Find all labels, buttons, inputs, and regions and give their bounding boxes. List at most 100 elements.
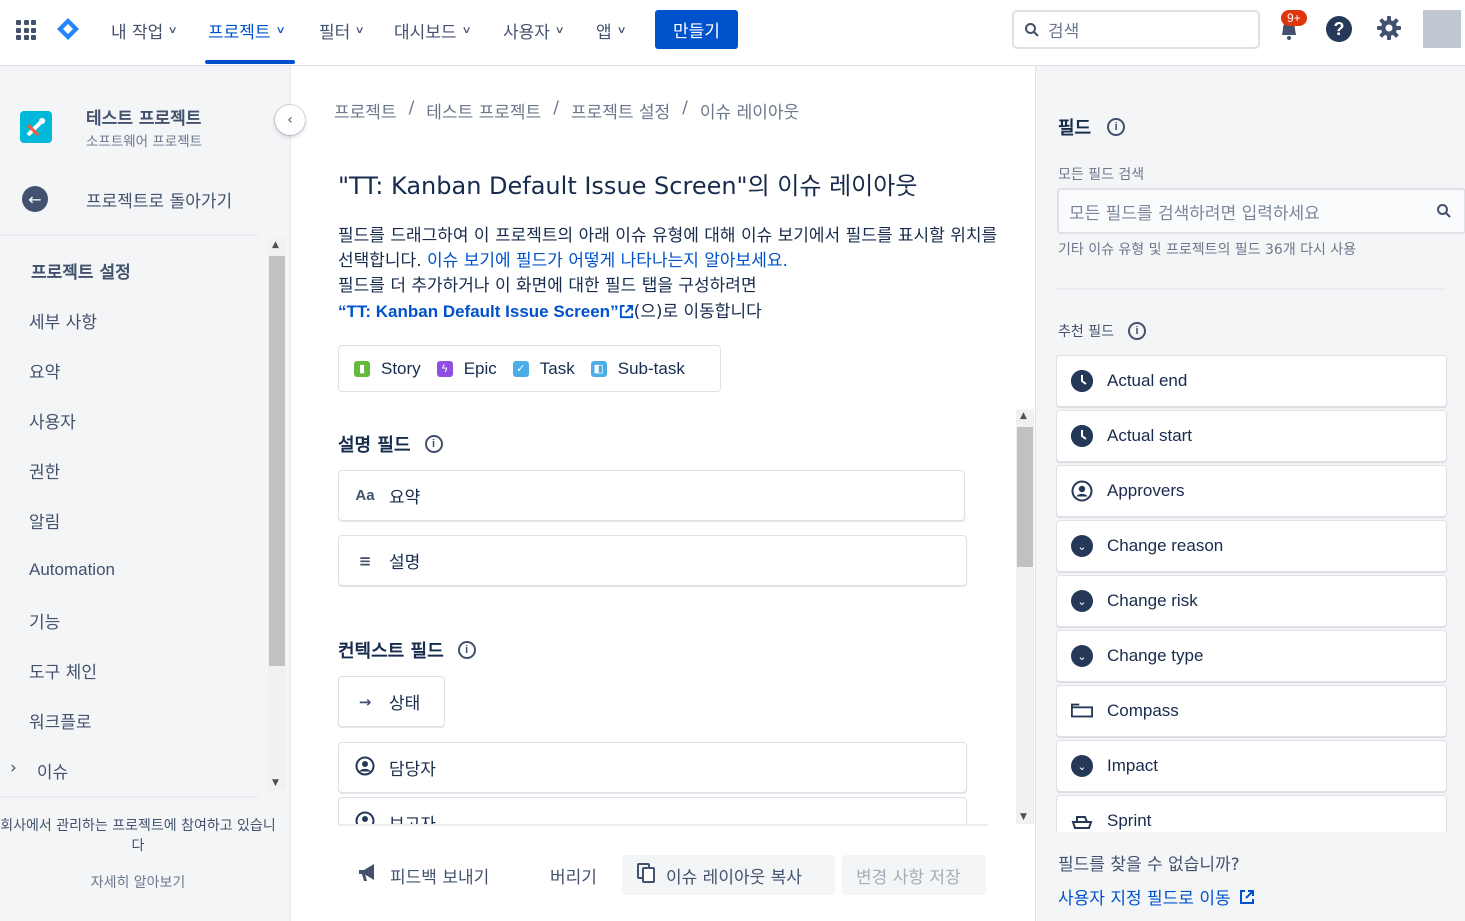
sidebar-item-permissions[interactable]: 권한 [29, 458, 60, 483]
give-feedback-label: 피드백 보내기 [390, 867, 490, 888]
sidebar-item-toolchain[interactable]: 도구 체인 [29, 658, 97, 683]
issue-type-task: ✓ Task [512, 359, 575, 379]
search-placeholder: 검색 [1048, 22, 1080, 42]
sidebar-item-issues[interactable]: › 이슈 [10, 758, 68, 783]
nav-filters[interactable]: 필터 ∨ [319, 17, 365, 43]
field-actual-start-label: Actual start [1107, 426, 1193, 445]
back-to-project-link[interactable]: ← 프로젝트로 돌아가기 [22, 186, 232, 212]
info-icon[interactable]: i [457, 641, 476, 659]
page-description: 필드를 드래그하여 이 프로젝트의 아래 이슈 유형에 대해 이슈 보기에서 필… [338, 224, 998, 325]
layout-scroll-thumb[interactable] [1017, 427, 1033, 567]
user-avatar[interactable] [1423, 10, 1461, 48]
sidebar-divider [0, 234, 258, 236]
field-status[interactable]: → 상태 [338, 676, 445, 727]
external-link-icon[interactable] [619, 304, 634, 319]
arrow-right-icon: → [358, 692, 372, 711]
nav-projects[interactable]: 프로젝트 ∨ [208, 17, 285, 43]
global-search-input[interactable]: 검색 [1012, 10, 1260, 49]
discard-button[interactable]: 버리기 [536, 855, 611, 895]
reuse-fields-hint: 기타 이슈 유형 및 프로젝트의 필드 36개 다시 사용 [1058, 242, 1357, 258]
chevron-down-icon: ∨ [461, 24, 472, 36]
fields-panel-divider [1056, 288, 1446, 290]
subtask-icon: ◧ [590, 360, 607, 377]
field-summary[interactable]: Aa 요약 [338, 470, 965, 521]
sprint-icon [1071, 810, 1093, 832]
field-approvers[interactable]: Approvers [1056, 465, 1447, 517]
field-reporter[interactable]: 보고자 [338, 797, 967, 825]
sidebar-item-details[interactable]: 세부 사항 [29, 308, 97, 333]
nav-dashboards[interactable]: 대시보드 ∨ [394, 17, 472, 43]
info-icon[interactable]: i [1107, 118, 1126, 136]
scroll-down-arrow-icon[interactable]: ▼ [1020, 812, 1027, 822]
field-change-type[interactable]: ⌄ Change type [1056, 630, 1447, 682]
sidebar-item-workflows[interactable]: 워크플로 [29, 708, 92, 733]
task-icon: ✓ [512, 360, 529, 377]
sidebar-item-people[interactable]: 사용자 [29, 408, 76, 433]
create-button[interactable]: 만들기 [655, 10, 738, 49]
settings-gear-icon[interactable] [1376, 15, 1402, 41]
sidebar-item-notifications[interactable]: 알림 [29, 508, 60, 533]
sidebar-scrollbar[interactable]: ▲ ▼ [268, 238, 286, 790]
screen-link[interactable]: “TT: Kanban Default Issue Screen” [338, 302, 619, 321]
field-change-reason[interactable]: ⌄ Change reason [1056, 520, 1447, 572]
sidebar-section-title: 프로젝트 설정 [31, 263, 131, 283]
breadcrumb-projects[interactable]: 프로젝트 [334, 98, 397, 123]
scroll-up-arrow-icon[interactable]: ▲ [272, 240, 279, 250]
sidebar-item-summary[interactable]: 요약 [29, 358, 60, 383]
custom-fields-link[interactable]: 사용자 지정 필드로 이동 [1058, 884, 1255, 909]
field-compass[interactable]: Compass [1056, 685, 1447, 737]
megaphone-icon [356, 862, 380, 889]
collapse-sidebar-button[interactable]: ‹ [275, 105, 305, 135]
fields-panel-title: 필드 [1058, 118, 1092, 139]
story-icon: ▮ [354, 360, 370, 377]
field-actual-start[interactable]: Actual start [1056, 410, 1447, 462]
breadcrumb-project[interactable]: 테스트 프로젝트 [426, 98, 541, 123]
nav-my-work[interactable]: 내 작업 ∨ [111, 17, 178, 43]
search-icon [1025, 22, 1039, 37]
sidebar-scroll-thumb[interactable] [269, 256, 285, 666]
chevron-down-icon: ∨ [554, 24, 565, 36]
copy-issue-layout-label: 이슈 레이아웃 복사 [666, 867, 802, 888]
layout-scrollbar[interactable]: ▲ ▼ [1016, 409, 1034, 824]
field-sprint-label: Sprint [1107, 811, 1152, 830]
jira-logo-icon[interactable] [56, 17, 80, 41]
main-content: 프로젝트 / 테스트 프로젝트 / 프로젝트 설정 / 이슈 레이아웃 "TT:… [292, 66, 1034, 921]
nav-people[interactable]: 사용자 ∨ [503, 17, 565, 43]
field-actual-end[interactable]: Actual end [1056, 355, 1447, 407]
arrow-left-icon: ← [22, 186, 48, 212]
nav-my-work-label: 내 작업 [111, 22, 164, 43]
nav-apps[interactable]: 앱 ∨ [596, 17, 627, 43]
sidebar-item-features[interactable]: 기능 [29, 608, 60, 633]
breadcrumb-settings[interactable]: 프로젝트 설정 [571, 98, 670, 123]
save-changes-button[interactable]: 변경 사항 저장 [842, 855, 986, 895]
field-sprint[interactable]: Sprint [1056, 795, 1447, 832]
clock-icon [1071, 370, 1093, 392]
scroll-up-arrow-icon[interactable]: ▲ [1020, 411, 1027, 421]
scroll-down-arrow-icon[interactable]: ▼ [272, 778, 279, 788]
help-icon[interactable]: ? [1326, 16, 1352, 42]
field-change-type-label: Change type [1107, 646, 1204, 665]
project-type: 소프트웨어 프로젝트 [86, 134, 203, 150]
chevron-down-icon: ∨ [616, 24, 627, 36]
copy-issue-layout-button[interactable]: 이슈 레이아웃 복사 [622, 855, 835, 895]
breadcrumb-separator: / [682, 98, 688, 118]
app-switcher-icon[interactable] [16, 20, 36, 40]
issue-type-epic: ϟ Epic [436, 359, 497, 379]
give-feedback-button[interactable]: 피드백 보내기 [342, 855, 503, 895]
info-icon[interactable]: i [1127, 322, 1146, 340]
custom-fields-link-label: 사용자 지정 필드로 이동 [1058, 889, 1231, 909]
breadcrumb-current: 이슈 레이아웃 [699, 103, 800, 123]
field-assignee[interactable]: 담당자 [338, 742, 967, 793]
field-search-input[interactable]: 모든 필드를 검색하려면 입력하세요 [1057, 188, 1465, 234]
field-description[interactable]: ≡ 설명 [338, 535, 967, 586]
field-change-risk[interactable]: ⌄ Change risk [1056, 575, 1447, 627]
field-impact[interactable]: ⌄ Impact [1056, 740, 1447, 792]
learn-more-link[interactable]: 자세히 알아보기 [0, 872, 276, 892]
learn-fields-link[interactable]: 이슈 보기에 필드가 어떻게 나타나는지 알아보세요. [427, 251, 788, 271]
info-icon[interactable]: i [424, 435, 443, 453]
field-actual-end-label: Actual end [1107, 371, 1188, 390]
chevron-down-icon: ⌄ [1071, 590, 1093, 612]
notification-badge: 9+ [1281, 10, 1307, 26]
sidebar-item-automation[interactable]: Automation [29, 560, 115, 580]
field-approvers-label: Approvers [1107, 481, 1185, 500]
